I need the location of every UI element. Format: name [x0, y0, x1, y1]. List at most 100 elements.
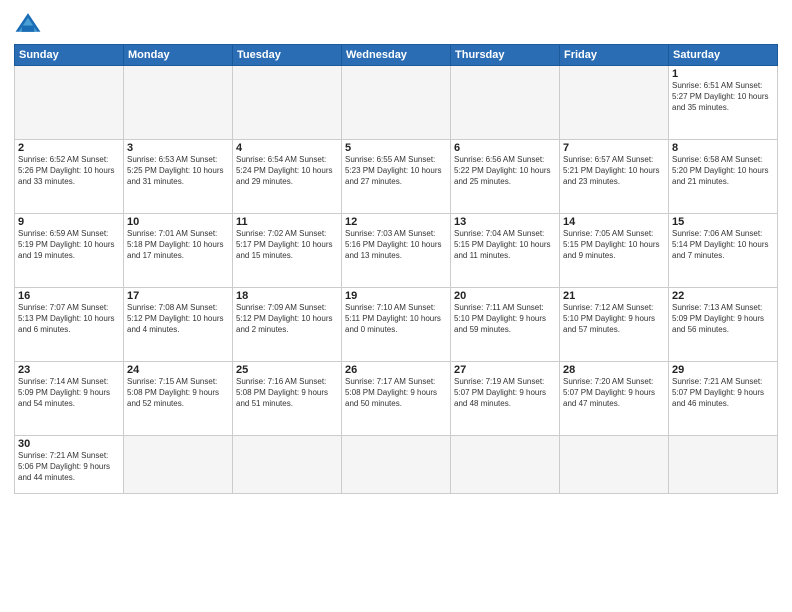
day-info: Sunrise: 7:13 AM Sunset: 5:09 PM Dayligh… [672, 303, 774, 335]
day-number: 7 [563, 142, 665, 154]
calendar-cell [560, 66, 669, 140]
day-number: 25 [236, 364, 338, 376]
day-info: Sunrise: 6:53 AM Sunset: 5:25 PM Dayligh… [127, 155, 229, 187]
day-info: Sunrise: 7:21 AM Sunset: 5:06 PM Dayligh… [18, 451, 120, 483]
day-number: 10 [127, 216, 229, 228]
day-number: 13 [454, 216, 556, 228]
day-number: 26 [345, 364, 447, 376]
calendar-week-1: 1Sunrise: 6:51 AM Sunset: 5:27 PM Daylig… [15, 66, 778, 140]
day-info: Sunrise: 7:01 AM Sunset: 5:18 PM Dayligh… [127, 229, 229, 261]
day-info: Sunrise: 7:14 AM Sunset: 5:09 PM Dayligh… [18, 377, 120, 409]
calendar-cell: 25Sunrise: 7:16 AM Sunset: 5:08 PM Dayli… [233, 362, 342, 436]
calendar-cell: 9Sunrise: 6:59 AM Sunset: 5:19 PM Daylig… [15, 214, 124, 288]
day-info: Sunrise: 6:59 AM Sunset: 5:19 PM Dayligh… [18, 229, 120, 261]
calendar-cell [124, 436, 233, 494]
day-number: 19 [345, 290, 447, 302]
header [14, 10, 778, 38]
day-number: 5 [345, 142, 447, 154]
day-number: 30 [18, 438, 120, 450]
calendar-cell: 24Sunrise: 7:15 AM Sunset: 5:08 PM Dayli… [124, 362, 233, 436]
day-number: 29 [672, 364, 774, 376]
calendar-cell: 23Sunrise: 7:14 AM Sunset: 5:09 PM Dayli… [15, 362, 124, 436]
calendar-cell: 11Sunrise: 7:02 AM Sunset: 5:17 PM Dayli… [233, 214, 342, 288]
calendar-header-row: SundayMondayTuesdayWednesdayThursdayFrid… [15, 45, 778, 66]
calendar-header-tuesday: Tuesday [233, 45, 342, 66]
calendar-cell: 28Sunrise: 7:20 AM Sunset: 5:07 PM Dayli… [560, 362, 669, 436]
logo-icon [14, 10, 42, 38]
calendar-cell: 13Sunrise: 7:04 AM Sunset: 5:15 PM Dayli… [451, 214, 560, 288]
day-number: 14 [563, 216, 665, 228]
calendar: SundayMondayTuesdayWednesdayThursdayFrid… [14, 44, 778, 494]
day-info: Sunrise: 7:04 AM Sunset: 5:15 PM Dayligh… [454, 229, 556, 261]
calendar-header-friday: Friday [560, 45, 669, 66]
day-number: 8 [672, 142, 774, 154]
calendar-cell: 16Sunrise: 7:07 AM Sunset: 5:13 PM Dayli… [15, 288, 124, 362]
day-number: 12 [345, 216, 447, 228]
calendar-header-thursday: Thursday [451, 45, 560, 66]
day-number: 6 [454, 142, 556, 154]
day-info: Sunrise: 6:57 AM Sunset: 5:21 PM Dayligh… [563, 155, 665, 187]
calendar-cell: 20Sunrise: 7:11 AM Sunset: 5:10 PM Dayli… [451, 288, 560, 362]
calendar-cell: 30Sunrise: 7:21 AM Sunset: 5:06 PM Dayli… [15, 436, 124, 494]
calendar-cell [15, 66, 124, 140]
day-number: 9 [18, 216, 120, 228]
day-number: 23 [18, 364, 120, 376]
day-info: Sunrise: 7:05 AM Sunset: 5:15 PM Dayligh… [563, 229, 665, 261]
calendar-cell: 12Sunrise: 7:03 AM Sunset: 5:16 PM Dayli… [342, 214, 451, 288]
calendar-cell: 2Sunrise: 6:52 AM Sunset: 5:26 PM Daylig… [15, 140, 124, 214]
calendar-cell [560, 436, 669, 494]
calendar-cell: 17Sunrise: 7:08 AM Sunset: 5:12 PM Dayli… [124, 288, 233, 362]
calendar-cell: 7Sunrise: 6:57 AM Sunset: 5:21 PM Daylig… [560, 140, 669, 214]
day-info: Sunrise: 7:06 AM Sunset: 5:14 PM Dayligh… [672, 229, 774, 261]
day-number: 28 [563, 364, 665, 376]
calendar-cell [233, 436, 342, 494]
calendar-cell: 14Sunrise: 7:05 AM Sunset: 5:15 PM Dayli… [560, 214, 669, 288]
day-info: Sunrise: 6:58 AM Sunset: 5:20 PM Dayligh… [672, 155, 774, 187]
logo [14, 10, 46, 38]
day-info: Sunrise: 7:19 AM Sunset: 5:07 PM Dayligh… [454, 377, 556, 409]
calendar-cell: 4Sunrise: 6:54 AM Sunset: 5:24 PM Daylig… [233, 140, 342, 214]
calendar-cell [124, 66, 233, 140]
day-number: 27 [454, 364, 556, 376]
calendar-cell [342, 436, 451, 494]
day-info: Sunrise: 6:52 AM Sunset: 5:26 PM Dayligh… [18, 155, 120, 187]
day-info: Sunrise: 7:17 AM Sunset: 5:08 PM Dayligh… [345, 377, 447, 409]
page: SundayMondayTuesdayWednesdayThursdayFrid… [0, 0, 792, 612]
day-number: 22 [672, 290, 774, 302]
calendar-header-sunday: Sunday [15, 45, 124, 66]
calendar-cell [451, 436, 560, 494]
calendar-cell: 10Sunrise: 7:01 AM Sunset: 5:18 PM Dayli… [124, 214, 233, 288]
day-number: 18 [236, 290, 338, 302]
day-info: Sunrise: 7:20 AM Sunset: 5:07 PM Dayligh… [563, 377, 665, 409]
day-info: Sunrise: 7:16 AM Sunset: 5:08 PM Dayligh… [236, 377, 338, 409]
calendar-week-4: 16Sunrise: 7:07 AM Sunset: 5:13 PM Dayli… [15, 288, 778, 362]
calendar-cell: 8Sunrise: 6:58 AM Sunset: 5:20 PM Daylig… [669, 140, 778, 214]
calendar-cell: 27Sunrise: 7:19 AM Sunset: 5:07 PM Dayli… [451, 362, 560, 436]
calendar-cell [233, 66, 342, 140]
day-number: 17 [127, 290, 229, 302]
day-number: 24 [127, 364, 229, 376]
calendar-cell: 1Sunrise: 6:51 AM Sunset: 5:27 PM Daylig… [669, 66, 778, 140]
day-info: Sunrise: 7:15 AM Sunset: 5:08 PM Dayligh… [127, 377, 229, 409]
calendar-week-5: 23Sunrise: 7:14 AM Sunset: 5:09 PM Dayli… [15, 362, 778, 436]
day-number: 11 [236, 216, 338, 228]
day-number: 21 [563, 290, 665, 302]
day-info: Sunrise: 7:07 AM Sunset: 5:13 PM Dayligh… [18, 303, 120, 335]
calendar-cell: 15Sunrise: 7:06 AM Sunset: 5:14 PM Dayli… [669, 214, 778, 288]
calendar-cell: 6Sunrise: 6:56 AM Sunset: 5:22 PM Daylig… [451, 140, 560, 214]
day-info: Sunrise: 7:10 AM Sunset: 5:11 PM Dayligh… [345, 303, 447, 335]
day-info: Sunrise: 6:51 AM Sunset: 5:27 PM Dayligh… [672, 81, 774, 113]
calendar-cell: 5Sunrise: 6:55 AM Sunset: 5:23 PM Daylig… [342, 140, 451, 214]
day-info: Sunrise: 7:03 AM Sunset: 5:16 PM Dayligh… [345, 229, 447, 261]
day-info: Sunrise: 6:54 AM Sunset: 5:24 PM Dayligh… [236, 155, 338, 187]
day-info: Sunrise: 7:08 AM Sunset: 5:12 PM Dayligh… [127, 303, 229, 335]
calendar-cell: 3Sunrise: 6:53 AM Sunset: 5:25 PM Daylig… [124, 140, 233, 214]
calendar-week-2: 2Sunrise: 6:52 AM Sunset: 5:26 PM Daylig… [15, 140, 778, 214]
calendar-cell: 29Sunrise: 7:21 AM Sunset: 5:07 PM Dayli… [669, 362, 778, 436]
calendar-cell [669, 436, 778, 494]
day-info: Sunrise: 6:56 AM Sunset: 5:22 PM Dayligh… [454, 155, 556, 187]
day-info: Sunrise: 7:12 AM Sunset: 5:10 PM Dayligh… [563, 303, 665, 335]
calendar-cell: 26Sunrise: 7:17 AM Sunset: 5:08 PM Dayli… [342, 362, 451, 436]
calendar-cell: 22Sunrise: 7:13 AM Sunset: 5:09 PM Dayli… [669, 288, 778, 362]
day-number: 15 [672, 216, 774, 228]
